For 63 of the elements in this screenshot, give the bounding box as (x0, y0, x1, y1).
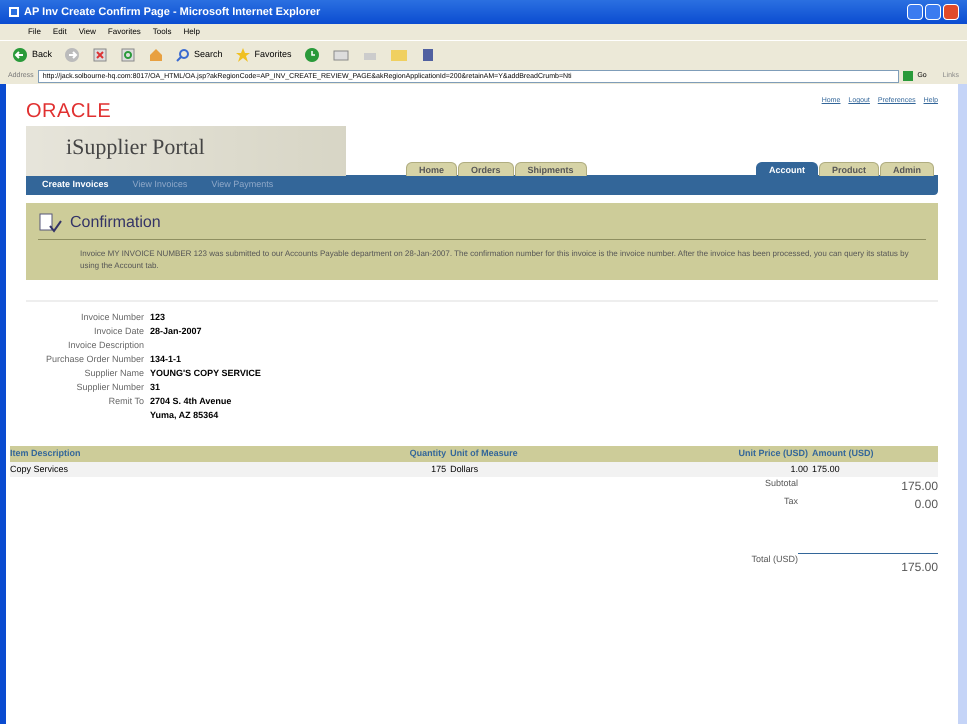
field-value: YOUNG'S COPY SERVICE (150, 367, 262, 380)
field-value: 28-Jan-2007 (150, 325, 203, 338)
scrollbar[interactable] (958, 84, 967, 724)
field-value: Yuma, AZ 85364 (150, 409, 220, 422)
column-header: Quantity (288, 446, 446, 462)
column-header: Unit of Measure (446, 446, 604, 462)
document-check-icon (38, 212, 62, 234)
history-icon[interactable] (304, 46, 320, 62)
field-value: 123 (150, 311, 166, 324)
stop-icon[interactable] (92, 46, 108, 62)
favorites-button[interactable]: Favorites (234, 46, 292, 62)
total-label: Subtotal (764, 477, 798, 490)
search-icon (176, 48, 190, 62)
column-header: Amount (USD) (808, 446, 938, 462)
table-cell: Copy Services (10, 462, 288, 477)
menu-item[interactable]: Help (183, 26, 200, 38)
field-label: Invoice Description (66, 339, 144, 352)
column-header: Unit Price (USD) (604, 446, 808, 462)
tab[interactable]: Product (818, 162, 879, 176)
field-label: Supplier Number (75, 381, 144, 394)
total-label: Total (USD) (750, 553, 798, 566)
browser-icon (8, 6, 20, 18)
field-value: 2704 S. 4th Avenue (150, 395, 232, 408)
tab[interactable]: Orders (458, 162, 514, 176)
field-value: 134-1-1 (150, 353, 182, 366)
minimize-button[interactable] (907, 4, 923, 20)
window-title: AP Inv Create Confirm Page - Microsoft Internet Explorer (24, 4, 320, 20)
table-cell: 175 (288, 462, 446, 477)
total-value: 0.00 (914, 496, 938, 513)
total-value: 175.00 (798, 553, 938, 576)
home-icon[interactable] (148, 46, 164, 62)
table-cell: 1.00 (604, 462, 808, 477)
back-button[interactable]: Back (12, 46, 52, 62)
total-value: 175.00 (900, 478, 938, 495)
field-value: 31 (150, 381, 162, 394)
close-button[interactable] (943, 4, 959, 20)
table-cell: Dollars (446, 462, 604, 477)
total-label: Tax (782, 495, 798, 508)
search-button[interactable]: Search (176, 48, 223, 62)
maximize-button[interactable] (925, 4, 941, 20)
tab[interactable]: Account (756, 162, 818, 176)
refresh-icon[interactable] (120, 46, 136, 62)
menu-item[interactable]: Favorites (108, 26, 141, 38)
menu-item[interactable]: Edit (52, 26, 67, 38)
confirmation-title: Confirmation (70, 213, 161, 233)
menu-item[interactable]: File (28, 26, 41, 38)
field-label: Invoice Number (80, 311, 144, 324)
tab[interactable]: Home (406, 162, 458, 176)
field-label: Invoice Date (92, 325, 144, 338)
field-label: Remit To (108, 395, 144, 408)
subtab[interactable]: Create Invoices (42, 178, 109, 192)
column-header: Item Description (10, 446, 288, 462)
tab[interactable]: Shipments (514, 162, 587, 176)
table-cell: 175.00 (808, 462, 938, 477)
menu-item[interactable]: Tools (152, 26, 172, 38)
field-label: Purchase Order Number (44, 353, 144, 366)
menu-item[interactable]: View (78, 26, 96, 38)
field-label: Supplier Name (83, 367, 144, 380)
confirmation-message: Invoice MY INVOICE NUMBER 123 was submitted to our Accounts Payable department on 28-Jan-2007. The confirmation number for this invoice is the invoice number. After the invoice has been processed, you can query its status by using the Account tab. (79, 248, 910, 272)
oracle-logo: ORACLE (26, 99, 112, 124)
tab[interactable]: Admin (880, 162, 934, 176)
product-name: iSupplier Portal (66, 133, 205, 161)
star-icon (234, 46, 251, 62)
